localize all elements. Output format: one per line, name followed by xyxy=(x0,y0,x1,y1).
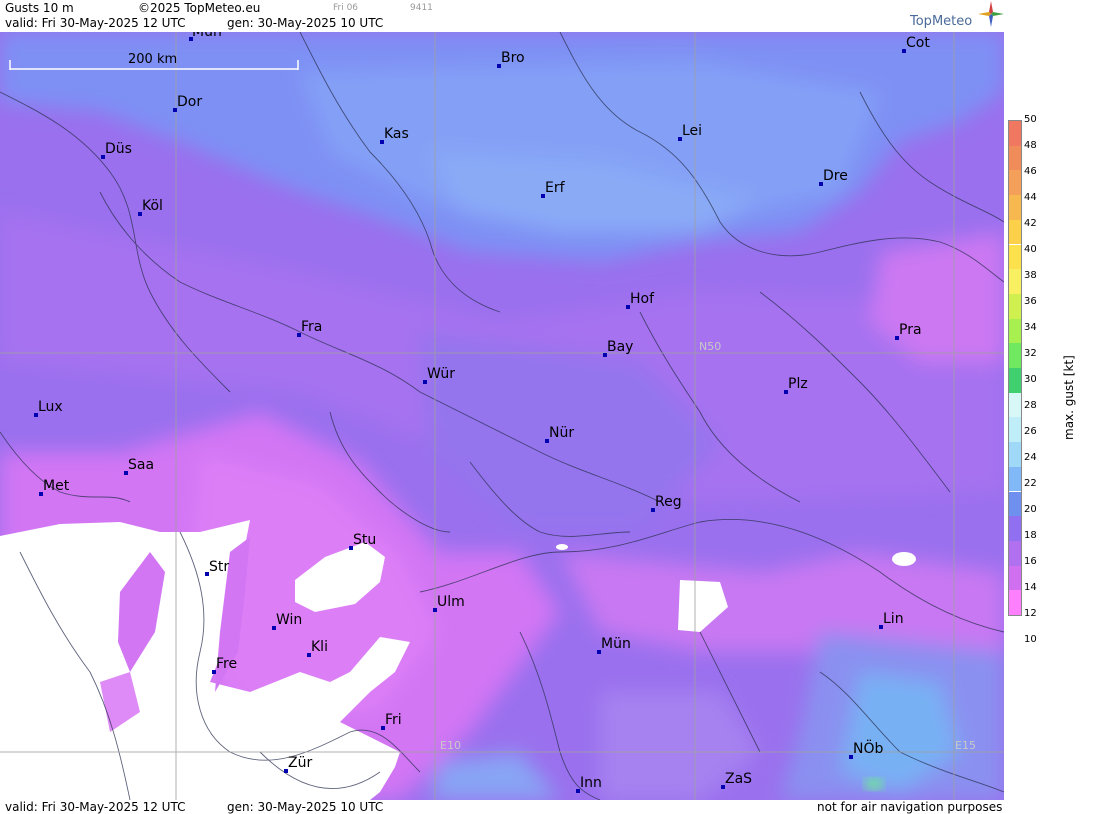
city-label[interactable]: Wür xyxy=(427,366,455,382)
map-header: Gusts 10 m ©2025 TopMeteo.eu Fri 06 9411… xyxy=(0,0,1004,32)
legend-swatch xyxy=(1009,442,1021,467)
city-label[interactable]: Str xyxy=(209,559,229,575)
city-label[interactable]: Mün xyxy=(601,636,631,652)
city-label[interactable]: Met xyxy=(43,478,69,494)
city-label[interactable]: Fre xyxy=(216,656,237,672)
city-label[interactable]: ZaS xyxy=(725,771,752,787)
legend-swatch xyxy=(1009,565,1021,591)
city-label[interactable]: Mün xyxy=(192,32,222,40)
city-label[interactable]: Lei xyxy=(682,123,702,139)
legend-swatch xyxy=(1009,466,1021,492)
city-label[interactable]: Reg xyxy=(655,494,682,510)
legend-tick-label: 22 xyxy=(1024,478,1037,489)
city-label[interactable]: Erf xyxy=(545,180,565,196)
legend-tick-label: 48 xyxy=(1024,140,1037,151)
legend-swatch xyxy=(1009,121,1021,146)
legend-title: max. gust [kt] xyxy=(1062,355,1076,440)
city-label[interactable]: Inn xyxy=(580,775,602,791)
weather-map[interactable]: 200 km N50 E10 E15 Mün Bro Cot Dor Kas L… xyxy=(0,32,1004,800)
copyright-text: ©2025 TopMeteo.eu xyxy=(138,1,261,15)
legend-tick-label: 50 xyxy=(1024,114,1037,125)
city-label[interactable]: Win xyxy=(276,612,302,628)
city-label[interactable]: Saa xyxy=(128,457,154,473)
legend-swatch xyxy=(1009,195,1021,220)
legend-swatch xyxy=(1009,219,1021,245)
legend-swatch xyxy=(1009,392,1021,418)
legend-tick-label: 28 xyxy=(1024,400,1037,411)
legend-tick-label: 44 xyxy=(1024,192,1037,203)
city-label[interactable]: Lin xyxy=(883,611,904,627)
city-label[interactable]: Köl xyxy=(142,198,163,214)
city-label[interactable]: Düs xyxy=(105,141,132,157)
legend-swatch xyxy=(1009,343,1021,368)
city-label[interactable]: Dre xyxy=(823,168,848,184)
legend-tick-label: 10 xyxy=(1024,634,1037,645)
code-label: 9411 xyxy=(410,3,433,13)
city-label[interactable]: Kas xyxy=(384,126,409,142)
legend-swatch xyxy=(1009,540,1021,566)
legend-tick-label: 24 xyxy=(1024,452,1037,463)
city-label[interactable]: Hof xyxy=(630,291,654,307)
legend-tick-label: 46 xyxy=(1024,166,1037,177)
legend-swatch xyxy=(1009,516,1021,541)
city-label[interactable]: Lux xyxy=(38,399,63,415)
frame-label: Fri 06 xyxy=(333,3,359,13)
grid-label-e15: E15 xyxy=(955,739,976,752)
city-label[interactable]: Stu xyxy=(353,532,376,548)
brand-name: TopMeteo xyxy=(910,14,973,29)
city-label[interactable]: Zür xyxy=(288,755,312,771)
legend-tick-label: 36 xyxy=(1024,296,1037,307)
grid-label-e10: E10 xyxy=(440,739,461,752)
legend-swatch xyxy=(1009,244,1021,270)
legend-tick-label: 14 xyxy=(1024,582,1037,593)
legend-tick-label: 18 xyxy=(1024,530,1037,541)
color-legend: 50 48 46 44 42 40 38 36 34 32 30 28 26 24 22 20 18 16 14 12… xyxy=(1004,0,1095,814)
legend-tick-label: 20 xyxy=(1024,504,1037,515)
footer-valid-time: valid: Fri 30-May-2025 12 UTC xyxy=(5,800,186,814)
legend-tick-label: 12 xyxy=(1024,608,1037,619)
legend-tick-label: 16 xyxy=(1024,556,1037,567)
legend-swatch xyxy=(1009,368,1021,393)
map-footer: valid: Fri 30-May-2025 12 UTC gen: 30-Ma… xyxy=(0,800,1004,814)
legend-color-bar xyxy=(1008,120,1022,616)
legend-tick-label: 32 xyxy=(1024,348,1037,359)
product-title: Gusts 10 m xyxy=(5,1,74,15)
valid-time: valid: Fri 30-May-2025 12 UTC xyxy=(5,16,186,30)
legend-swatch xyxy=(1009,590,1021,615)
legend-tick-label: 30 xyxy=(1024,374,1037,385)
legend-swatch xyxy=(1009,145,1021,171)
city-label[interactable]: Fri xyxy=(385,712,402,728)
legend-swatch xyxy=(1009,417,1021,443)
grid-label-n50: N50 xyxy=(699,340,722,353)
compass-logo-icon xyxy=(978,1,1004,27)
city-label[interactable]: Pra xyxy=(899,322,922,338)
legend-swatch xyxy=(1009,269,1021,294)
legend-tick-label: 40 xyxy=(1024,244,1037,255)
city-label[interactable]: Ulm xyxy=(437,594,465,610)
city-label[interactable]: Nür xyxy=(549,425,574,441)
generated-time: gen: 30-May-2025 10 UTC xyxy=(227,16,384,30)
scale-label: 200 km xyxy=(128,52,178,67)
city-label[interactable]: Bro xyxy=(501,50,525,66)
legend-swatch xyxy=(1009,293,1021,319)
city-label[interactable]: Plz xyxy=(788,376,808,392)
gust-field xyxy=(0,32,1004,800)
city-label[interactable]: Bay xyxy=(607,339,633,355)
legend-tick-label: 34 xyxy=(1024,322,1037,333)
city-label[interactable]: Fra xyxy=(301,319,322,335)
legend-tick-label: 38 xyxy=(1024,270,1037,281)
legend-tick-label: 26 xyxy=(1024,426,1037,437)
city-label[interactable]: Kli xyxy=(311,639,328,655)
city-label[interactable]: Cot xyxy=(906,35,930,51)
city-label[interactable]: NÖb xyxy=(853,741,883,757)
city-label[interactable]: Dor xyxy=(177,94,202,110)
disclaimer: not for air navigation purposes xyxy=(817,800,1003,814)
footer-generated-time: gen: 30-May-2025 10 UTC xyxy=(227,800,384,814)
legend-swatch xyxy=(1009,170,1021,196)
legend-swatch xyxy=(1009,318,1021,344)
legend-tick-label: 42 xyxy=(1024,218,1037,229)
legend-swatch xyxy=(1009,491,1021,517)
